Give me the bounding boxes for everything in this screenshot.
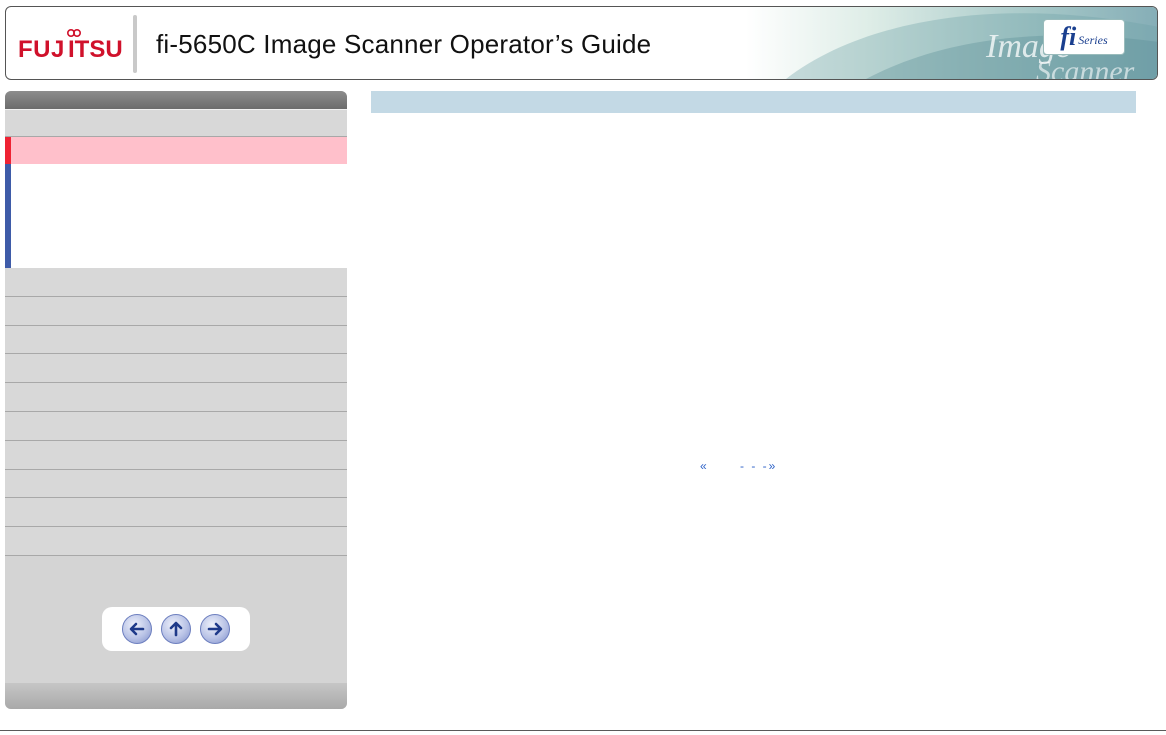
sidebar-item[interactable] [5,411,347,441]
sidebar-item[interactable] [5,469,347,499]
sidebar-nav-area [5,581,347,681]
pager-next-link[interactable]: » [769,459,776,473]
footer-divider [0,730,1166,731]
sidebar-item[interactable] [5,354,347,384]
header-divider [133,15,137,73]
pager-separator: - - - [740,459,769,473]
sidebar-item[interactable] [5,383,347,412]
sidebar-item[interactable] [5,325,347,355]
sidebar-footer [5,683,347,709]
forward-button[interactable] [200,614,230,644]
sidebar-item-list [5,268,347,556]
sidebar-item[interactable] [5,498,347,528]
series-text: Series [1078,32,1108,47]
arrow-right-icon [207,622,223,636]
up-button[interactable] [161,614,191,644]
arrow-left-icon [129,622,145,636]
sidebar-item[interactable] [5,440,347,470]
sidebar-subsection [5,164,347,268]
svg-text:Scanner: Scanner [1036,55,1135,79]
arrow-up-icon [169,621,183,637]
svg-text:ITSU: ITSU [68,36,123,63]
sidebar-item[interactable] [5,296,347,326]
page-title: fi-5650C Image Scanner Operator’s Guide [156,29,652,59]
sidebar-item[interactable] [5,109,347,137]
sidebar-item-active[interactable] [5,137,347,164]
back-button[interactable] [122,614,152,644]
sidebar-item[interactable] [5,527,347,556]
nav-button-group [102,607,250,651]
pager: « - - - » [700,458,810,474]
fujitsu-logo: FUJ ITSU [18,25,124,65]
header-banner: FUJ ITSU fi-5650C Image Scanner Operator… [5,6,1158,80]
sidebar-item[interactable] [5,268,347,297]
pager-prev-link[interactable]: « [700,459,718,473]
sidebar [5,91,347,709]
sidebar-top-bar [5,91,347,109]
svg-text:FUJ: FUJ [18,36,65,63]
fi-text: fi [1060,22,1077,51]
content-heading-bar [371,91,1136,113]
fi-series-badge: fi Series [1043,19,1125,55]
